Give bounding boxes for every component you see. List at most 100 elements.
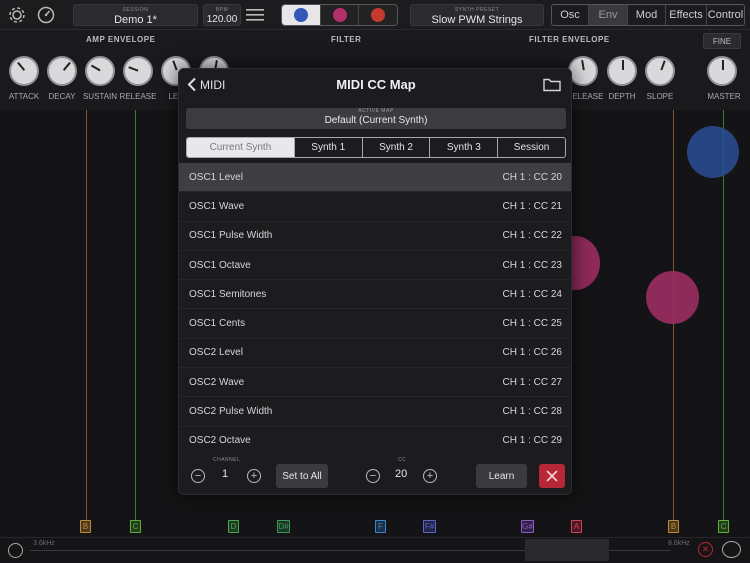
cc-assignment: CH 1 : CC 23 <box>502 259 562 271</box>
synth-1-tab[interactable] <box>282 5 321 25</box>
tab-control[interactable]: Control <box>707 5 744 25</box>
list-item[interactable]: OSC1 Cents CH 1 : CC 25 <box>179 309 571 339</box>
tab-synth-2[interactable]: Synth 2 <box>363 138 431 157</box>
preset-field[interactable]: SYNTH PRESET Slow PWM Strings <box>410 4 544 26</box>
list-item[interactable]: OSC2 Octave CH 1 : CC 29 <box>179 427 571 447</box>
tab-synth-1[interactable]: Synth 1 <box>295 138 363 157</box>
param-name: OSC1 Level <box>189 171 243 183</box>
note-label: B <box>80 520 91 533</box>
synth-3-tab[interactable] <box>359 5 397 25</box>
tempo-dial-icon[interactable] <box>36 5 56 25</box>
note-label: F <box>375 520 386 533</box>
keyboard-strip[interactable]: 3.6kHz 8.6kHz ✕ <box>0 537 750 563</box>
list-item[interactable]: OSC1 Level CH 1 : CC 20 <box>179 163 571 193</box>
decay-label: DECAY <box>48 92 76 101</box>
tab-current-synth[interactable]: Current Synth <box>187 138 295 157</box>
filter-envelope-title: FILTER ENVELOPE <box>529 35 610 44</box>
param-name: OSC1 Octave <box>189 259 251 271</box>
list-item[interactable]: OSC2 Pulse Width CH 1 : CC 28 <box>179 397 571 427</box>
list-item[interactable]: OSC1 Pulse Width CH 1 : CC 22 <box>179 222 571 251</box>
top-bar: SESSION Demo 1* BPM 120.00 SYNTH PRESET … <box>0 0 750 30</box>
record-circle-icon[interactable] <box>8 543 23 558</box>
filter-title: FILTER <box>331 35 362 44</box>
cc-increment-button[interactable]: + <box>423 469 437 483</box>
hold-icon[interactable] <box>722 541 741 558</box>
cc-decrement-button[interactable]: − <box>366 469 380 483</box>
note-label: F# <box>423 520 436 533</box>
synth-3-dot <box>371 8 386 22</box>
folder-icon[interactable] <box>543 77 561 97</box>
slope-label: SLOPE <box>646 92 674 101</box>
tab-env[interactable]: Env <box>589 5 628 25</box>
param-name: OSC2 Wave <box>189 376 245 388</box>
settings-gear-icon[interactable] <box>7 5 27 25</box>
channel-label: CHANNEL <box>213 457 241 463</box>
param-name: OSC1 Pulse Width <box>189 230 273 242</box>
master-knob[interactable] <box>707 56 737 86</box>
cc-assignment: CH 1 : CC 22 <box>502 230 562 242</box>
active-map-label: ACTIVE MAP <box>358 108 394 114</box>
cc-assignment: CH 1 : CC 26 <box>502 347 562 359</box>
synth-selector[interactable] <box>281 4 398 26</box>
tab-osc[interactable]: Osc <box>552 5 589 25</box>
active-map-value: Default (Current Synth) <box>324 115 428 126</box>
channel-increment-button[interactable]: + <box>247 469 261 483</box>
list-item[interactable]: OSC2 Level CH 1 : CC 26 <box>179 339 571 369</box>
list-item[interactable]: OSC2 Wave CH 1 : CC 27 <box>179 368 571 398</box>
attack-knob[interactable] <box>9 56 39 86</box>
note-label: D# <box>277 520 290 533</box>
tab-effects[interactable]: Effects <box>666 5 707 25</box>
list-item[interactable]: OSC1 Octave CH 1 : CC 23 <box>179 251 571 281</box>
tab-synth-3[interactable]: Synth 3 <box>430 138 499 157</box>
clear-mapping-button[interactable] <box>539 464 565 488</box>
active-map-field[interactable]: ACTIVE MAP Default (Current Synth) <box>186 108 566 129</box>
param-name: OSC1 Semitones <box>189 288 267 300</box>
nav-tabs: Osc Env Mod Effects Control <box>551 4 745 26</box>
learn-button[interactable]: Learn <box>476 464 527 488</box>
list-item[interactable]: OSC1 Wave CH 1 : CC 21 <box>179 192 571 222</box>
channel-decrement-button[interactable]: − <box>191 469 205 483</box>
voice-bubble <box>646 271 699 324</box>
fine-button[interactable]: FINE <box>703 33 741 49</box>
dialog-title: MIDI CC Map <box>336 77 416 92</box>
cc-value: 20 <box>395 468 408 480</box>
note-label: D <box>228 520 239 533</box>
panic-icon[interactable]: ✕ <box>698 542 713 557</box>
tab-mod[interactable]: Mod <box>628 5 666 25</box>
note-label: G# <box>521 520 534 533</box>
cc-mapping-list[interactable]: OSC1 Level CH 1 : CC 20 OSC1 Wave CH 1 : C… <box>179 163 571 447</box>
depth-label: DEPTH <box>608 92 636 101</box>
bpm-field[interactable]: BPM 120.00 <box>203 4 241 26</box>
cc-assignment: CH 1 : CC 27 <box>502 376 562 388</box>
cc-assignment: CH 1 : CC 24 <box>502 288 562 300</box>
sustain-label: SUSTAIN <box>82 92 118 101</box>
dialog-footer: CHANNEL − 1 + Set to All CC − 20 + Learn <box>179 450 571 494</box>
param-name: OSC2 Pulse Width <box>189 406 273 418</box>
note-label: C <box>130 520 141 533</box>
tab-session[interactable]: Session <box>498 138 565 157</box>
synth-2-dot <box>332 8 347 22</box>
slope-knob[interactable] <box>645 56 675 86</box>
filter-release-knob[interactable] <box>568 56 598 86</box>
sustain-knob[interactable] <box>85 56 115 86</box>
midi-cc-map-dialog: MIDI MIDI CC Map ACTIVE MAP Default (Cur… <box>178 68 572 495</box>
cc-assignment: CH 1 : CC 29 <box>502 435 562 447</box>
amp-envelope-title: AMP ENVELOPE <box>86 35 156 44</box>
list-item[interactable]: OSC1 Semitones CH 1 : CC 24 <box>179 280 571 310</box>
note-label: A <box>571 520 582 533</box>
synth-2-tab[interactable] <box>321 5 360 25</box>
decay-knob[interactable] <box>47 56 77 86</box>
master-label: MASTER <box>707 92 741 101</box>
release-label: RELEASE <box>119 92 157 101</box>
menu-icon[interactable] <box>246 7 264 23</box>
session-field[interactable]: SESSION Demo 1* <box>73 4 198 26</box>
note-line <box>135 110 136 520</box>
release-knob[interactable] <box>123 56 153 86</box>
bpm-value: 120.00 <box>206 14 238 25</box>
set-to-all-button[interactable]: Set to All <box>276 464 328 488</box>
cc-assignment: CH 1 : CC 28 <box>502 406 562 418</box>
synth-1-dot <box>293 8 308 22</box>
depth-knob[interactable] <box>607 56 637 86</box>
keyboard-window[interactable] <box>525 539 609 561</box>
dialog-header: MIDI MIDI CC Map <box>179 69 571 103</box>
